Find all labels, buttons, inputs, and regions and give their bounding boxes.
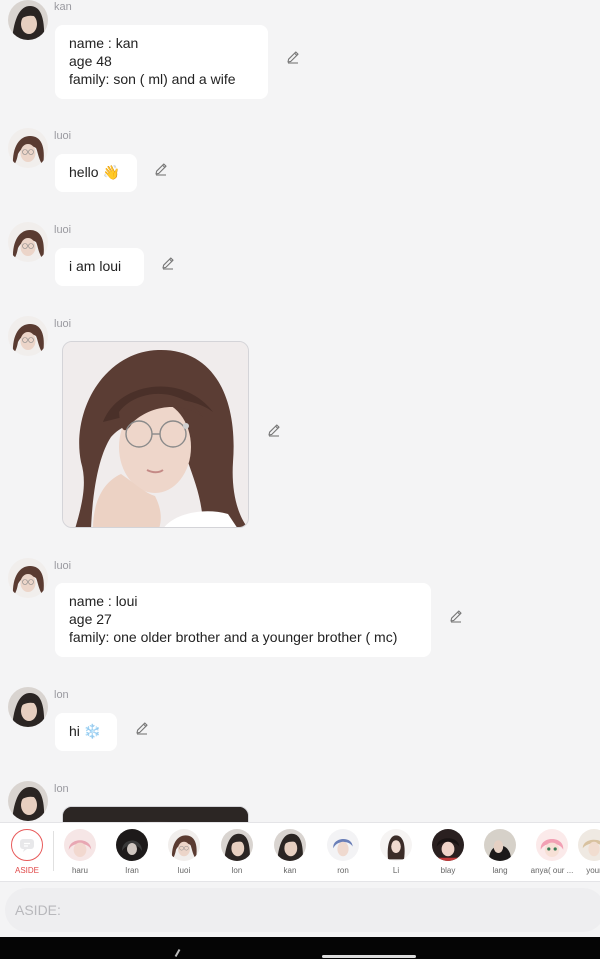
message-bubble[interactable]: i am loui	[55, 248, 144, 286]
edit-pencil-icon[interactable]	[448, 608, 464, 624]
edit-pencil-icon[interactable]	[153, 161, 169, 177]
character-chip-label: kan	[283, 866, 297, 875]
back-icon[interactable]	[174, 949, 188, 959]
message-bubble[interactable]: hello 👋	[55, 154, 137, 192]
avatar	[116, 829, 148, 861]
sender-name: luoi	[54, 560, 72, 572]
avatar	[536, 829, 568, 861]
avatar-kan[interactable]	[8, 0, 48, 40]
sender-name: luoi	[54, 224, 72, 236]
character-chip-lang[interactable]: lang	[474, 829, 526, 879]
character-chip-label: Li	[392, 866, 400, 875]
avatar-luoi[interactable]	[8, 558, 48, 598]
character-chip-ron[interactable]: ron	[317, 829, 369, 879]
avatar-luoi[interactable]	[8, 222, 48, 262]
character-chip-haru[interactable]: haru	[54, 829, 106, 879]
avatar-luoi[interactable]	[8, 316, 48, 356]
character-chip-blay[interactable]: blay	[422, 829, 474, 879]
character-chip-label: lon	[231, 866, 243, 875]
character-selector-bar[interactable]: ASIDE haru Iran luoi lon kan ron Li blay…	[0, 822, 600, 882]
message-bubble[interactable]: hi ❄️	[55, 713, 117, 751]
avatar	[484, 829, 516, 861]
home-gesture-pill[interactable]	[322, 955, 416, 958]
character-chip-aside[interactable]: ASIDE	[1, 829, 53, 879]
character-chip-iran[interactable]: Iran	[106, 829, 158, 879]
snowflake-emoji: ❄️	[83, 723, 102, 739]
avatar-lon[interactable]	[8, 687, 48, 727]
message-line: age 27	[69, 611, 112, 627]
portrait-illustration	[63, 807, 248, 822]
message-line: name : kan	[69, 35, 139, 51]
sender-name: luoi	[54, 130, 72, 142]
character-chip-label: ron	[337, 866, 349, 875]
edit-pencil-icon[interactable]	[160, 255, 176, 271]
character-chip-label: Iran	[125, 866, 139, 875]
sender-name: luoi	[54, 318, 72, 330]
character-chip-lon[interactable]: lon	[211, 829, 263, 879]
message-line: name : loui	[69, 593, 138, 609]
message-text: hello	[69, 164, 99, 180]
character-chip-kan[interactable]: kan	[264, 829, 316, 879]
message-input-bar	[0, 883, 600, 937]
avatar	[578, 829, 600, 861]
message-line: age 48	[69, 53, 112, 69]
avatar	[432, 829, 464, 861]
system-navigation-bar	[0, 937, 600, 959]
sender-name: lon	[54, 689, 69, 701]
avatar	[327, 829, 359, 861]
sender-name: lon	[54, 783, 69, 795]
portrait-illustration	[63, 342, 248, 527]
message-line: family: son ( ml) and a wife	[69, 71, 236, 87]
character-chip-li[interactable]: Li	[370, 829, 422, 879]
avatar	[380, 829, 412, 861]
character-chip-label: your	[586, 866, 600, 875]
character-chip-label: ASIDE	[14, 866, 39, 875]
avatar-luoi[interactable]	[8, 128, 48, 168]
message-text: hi	[69, 723, 80, 739]
avatar	[221, 829, 253, 861]
avatar	[274, 829, 306, 861]
edit-pencil-icon[interactable]	[266, 422, 282, 438]
avatar-lon[interactable]	[8, 781, 48, 821]
message-image[interactable]	[62, 341, 249, 528]
character-chip-label: haru	[71, 866, 88, 875]
character-chip-your[interactable]: your	[568, 829, 600, 879]
message-text: i am loui	[69, 258, 122, 274]
avatar	[168, 829, 200, 861]
message-bubble[interactable]: name : kan age 48 family: son ( ml) and …	[55, 25, 268, 99]
message-bubble[interactable]: name : loui age 27 family: one older bro…	[55, 583, 431, 657]
edit-pencil-icon[interactable]	[285, 49, 301, 65]
aside-chat-icon	[11, 829, 43, 861]
edit-pencil-icon[interactable]	[134, 720, 150, 736]
character-chip-label: lang	[492, 866, 508, 875]
chat-feed[interactable]: kan name : kan age 48 family: son ( ml) …	[0, 0, 600, 822]
avatar	[64, 829, 96, 861]
waving-hand-emoji: 👋	[102, 164, 120, 180]
character-chip-luoi[interactable]: luoi	[158, 829, 210, 879]
character-chip-label: blay	[440, 866, 456, 875]
sender-name: kan	[54, 1, 72, 13]
character-chip-label: luoi	[177, 866, 191, 875]
message-input[interactable]	[5, 888, 600, 932]
message-line: family: one older brother and a younger …	[69, 629, 398, 645]
message-image[interactable]	[62, 806, 249, 822]
